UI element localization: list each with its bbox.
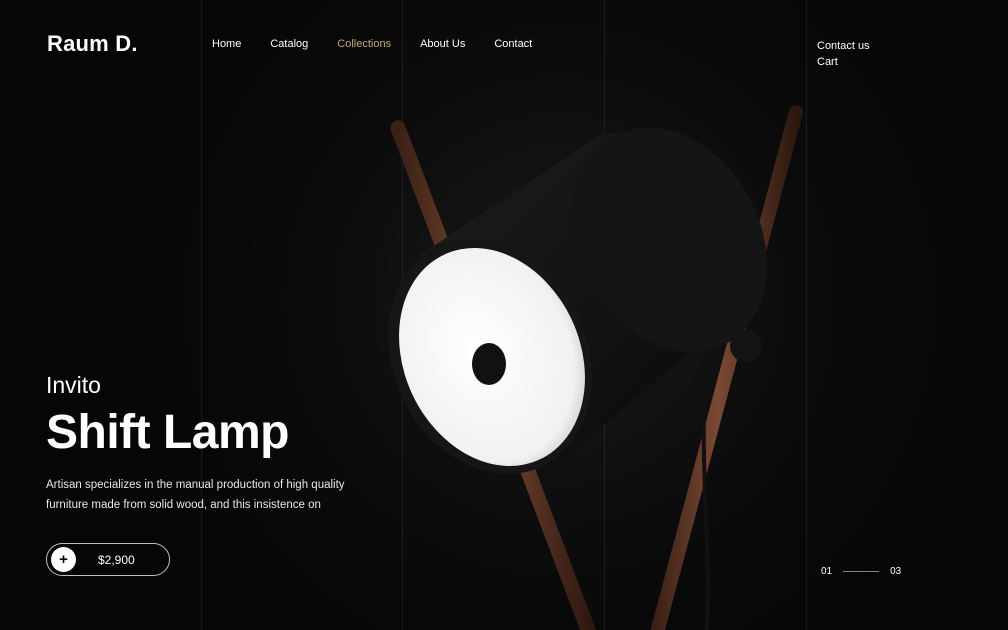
nav-home[interactable]: Home <box>212 38 241 50</box>
brand-logo[interactable]: Raum D. <box>47 31 138 57</box>
cart-link[interactable]: Cart <box>817 54 870 70</box>
nav-collections[interactable]: Collections <box>337 38 391 50</box>
main-nav: Home Catalog Collections About Us Contac… <box>212 38 561 50</box>
lamp-product-image <box>388 97 803 630</box>
nav-catalog[interactable]: Catalog <box>270 38 308 50</box>
pager-progress-line <box>843 571 880 572</box>
pager-current: 01 <box>821 566 833 577</box>
header-utility-links: Contact us Cart <box>817 38 870 70</box>
contact-us-link[interactable]: Contact us <box>817 38 870 54</box>
product-title: Shift Lamp <box>46 406 290 459</box>
product-price: $2,900 <box>98 552 135 567</box>
slide-pager: 01 03 <box>821 566 901 577</box>
product-description: Artisan specializes in the manual produc… <box>46 479 345 511</box>
plus-icon: + <box>51 547 76 572</box>
add-to-cart-button[interactable]: + $2,900 <box>46 543 170 576</box>
product-brand: Invito <box>46 372 101 398</box>
nav-contact[interactable]: Contact <box>494 38 532 50</box>
nav-about-us[interactable]: About Us <box>420 38 465 50</box>
pager-total: 03 <box>890 566 902 577</box>
